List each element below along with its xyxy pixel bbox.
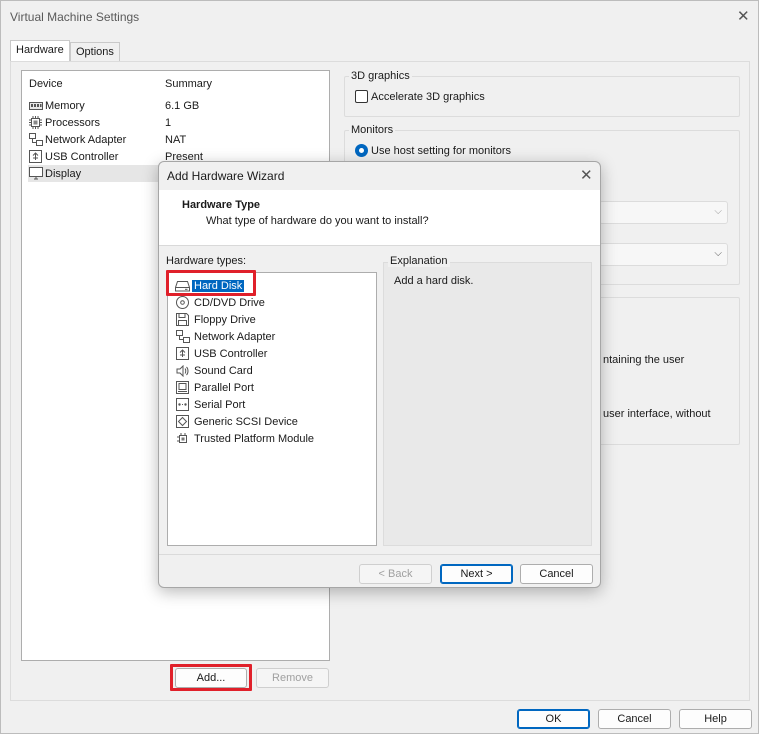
ok-button[interactable]: OK	[517, 709, 590, 729]
hardware-type-cd-dvd[interactable]: CD/DVD Drive	[175, 294, 267, 311]
explanation-text: Add a hard disk.	[394, 275, 474, 287]
tab-options[interactable]: Options	[70, 42, 120, 63]
device-name: USB Controller	[45, 150, 119, 163]
chevron-down-icon: ⌵	[714, 206, 722, 217]
hardware-type-usb-controller[interactable]: USB Controller	[175, 345, 269, 362]
cd-dvd-icon	[175, 296, 190, 310]
summary-column-header[interactable]: Summary	[165, 78, 212, 90]
chevron-down-icon: ⌵	[714, 248, 722, 259]
footer-divider	[159, 554, 600, 555]
monitor-count-dropdown[interactable]: ⌵	[599, 201, 728, 224]
hardware-type-parallel-port[interactable]: Parallel Port	[175, 379, 256, 396]
hardware-type-tpm[interactable]: Trusted Platform Module	[175, 430, 316, 447]
wizard-title: Add Hardware Wizard	[167, 169, 285, 183]
3d-graphics-title: 3D graphics	[349, 70, 412, 82]
monitors-title: Monitors	[349, 124, 396, 136]
hard-disk-annotation	[166, 270, 256, 296]
device-name: Processors	[45, 116, 101, 129]
hardware-type-sound-card[interactable]: Sound Card	[175, 362, 255, 379]
partial-description-1: ntaining the user	[603, 354, 685, 366]
usb-icon	[28, 150, 43, 163]
device-summary: NAT	[165, 133, 187, 146]
floppy-icon	[175, 313, 190, 327]
next-button[interactable]: Next >	[440, 564, 513, 584]
wizard-step-subtitle: What type of hardware do you want to ins…	[206, 215, 429, 227]
sound-icon	[175, 364, 190, 378]
hardware-type-floppy[interactable]: Floppy Drive	[175, 311, 258, 328]
hardware-type-label: Sound Card	[194, 364, 253, 377]
accelerate-3d-checkbox[interactable]	[355, 90, 368, 103]
wizard-header: Hardware Type What type of hardware do y…	[159, 190, 600, 246]
usb-icon	[175, 347, 190, 361]
network-adapter-icon	[28, 133, 43, 146]
close-icon[interactable]: ✕	[737, 9, 750, 24]
hardware-type-network-adapter[interactable]: Network Adapter	[175, 328, 277, 345]
device-column-header[interactable]: Device	[29, 78, 63, 90]
scsi-icon	[175, 415, 190, 429]
serial-port-icon	[175, 398, 190, 412]
host-setting-label: Use host setting for monitors	[371, 144, 512, 157]
hardware-type-label: Floppy Drive	[194, 313, 256, 326]
accelerate-3d-checkbox-row[interactable]: Accelerate 3D graphics	[355, 90, 485, 103]
device-summary: 6.1 GB	[165, 99, 200, 112]
cancel-button[interactable]: Cancel	[598, 709, 671, 729]
device-summary: 1	[165, 116, 172, 129]
device-name: Network Adapter	[45, 133, 127, 146]
processor-icon	[28, 116, 43, 129]
hardware-types-list: Hard Disk CD/DVD Drive Floppy Drive Netw…	[167, 272, 377, 546]
hardware-type-label: Parallel Port	[194, 381, 254, 394]
explanation-title: Explanation	[388, 255, 450, 267]
device-row-memory[interactable]: Memory 6.1 GB	[28, 97, 328, 114]
partial-description-2: user interface, without	[603, 408, 711, 420]
add-hardware-wizard-dialog: Add Hardware Wizard ✕ Hardware Type What…	[158, 161, 601, 588]
device-name: Memory	[45, 99, 85, 112]
memory-icon	[28, 99, 43, 112]
hardware-type-label: CD/DVD Drive	[194, 296, 265, 309]
hardware-type-generic-scsi[interactable]: Generic SCSI Device	[175, 413, 300, 430]
hardware-type-label: Network Adapter	[194, 330, 276, 343]
device-name: Display	[45, 167, 82, 180]
device-row-processors[interactable]: Processors 1	[28, 114, 328, 131]
host-setting-radio[interactable]	[355, 144, 368, 157]
resolution-dropdown[interactable]: ⌵	[599, 243, 728, 266]
close-icon[interactable]: ✕	[580, 168, 593, 183]
accelerate-3d-label: Accelerate 3D graphics	[371, 90, 485, 103]
wizard-step-title: Hardware Type	[182, 199, 261, 211]
display-icon	[28, 167, 43, 180]
hardware-type-serial-port[interactable]: Serial Port	[175, 396, 247, 413]
tpm-icon	[175, 432, 190, 446]
wizard-cancel-button[interactable]: Cancel	[520, 564, 593, 584]
tab-hardware[interactable]: Hardware	[10, 40, 70, 62]
hardware-type-label: Trusted Platform Module	[194, 432, 315, 445]
back-button[interactable]: < Back	[359, 564, 432, 584]
hardware-type-label: Generic SCSI Device	[194, 415, 298, 428]
parallel-port-icon	[175, 381, 190, 395]
hardware-type-label: Serial Port	[194, 398, 246, 411]
explanation-group: Add a hard disk.	[383, 262, 592, 546]
hardware-type-label: USB Controller	[194, 347, 268, 360]
help-button[interactable]: Help	[679, 709, 752, 729]
hardware-types-label: Hardware types:	[166, 255, 247, 267]
host-setting-radio-row[interactable]: Use host setting for monitors	[355, 144, 511, 157]
network-adapter-icon	[175, 330, 190, 344]
device-row-network-adapter[interactable]: Network Adapter NAT	[28, 131, 328, 148]
window-title: Virtual Machine Settings	[10, 10, 140, 24]
add-button-annotation	[170, 664, 252, 691]
remove-device-button[interactable]: Remove	[256, 668, 329, 688]
